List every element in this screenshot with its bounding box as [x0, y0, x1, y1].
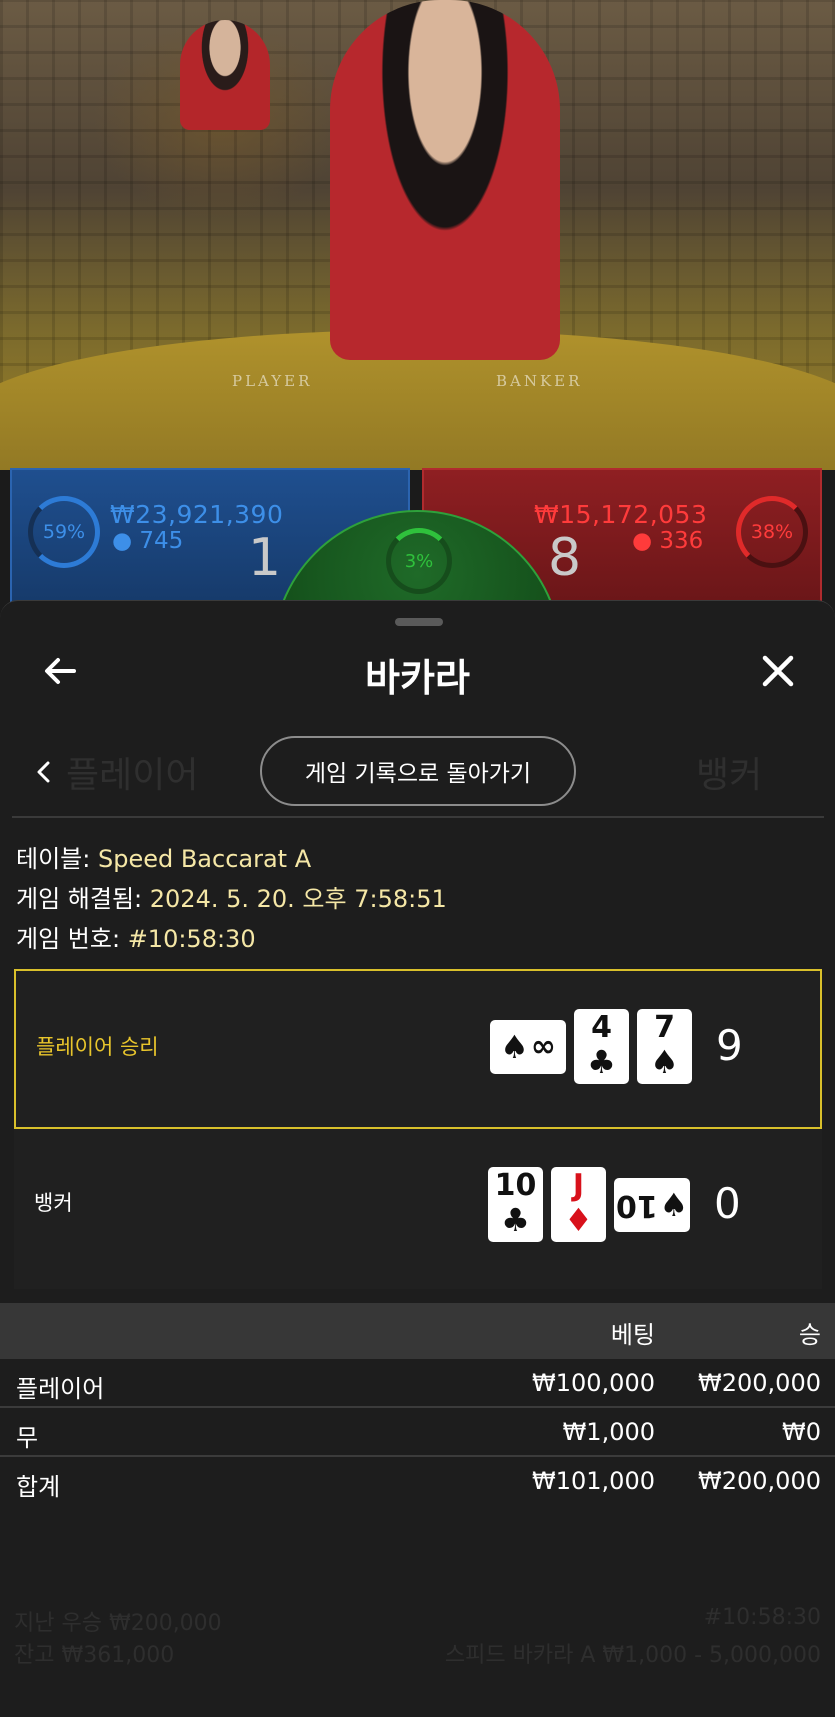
bet-amount: ₩1,000: [562, 1418, 655, 1446]
ghost-banker-label: 뱅커: [696, 755, 763, 796]
playing-card: J ♦: [551, 1167, 606, 1242]
faded-last-win: 지난 우승 ₩200,000: [14, 1611, 222, 1636]
banker-bettor-count: ● 336: [632, 528, 704, 554]
faded-game-id: #10:58:30: [703, 1605, 821, 1630]
info-table-value: Speed Baccarat A: [97, 845, 312, 873]
player-cards: ♠ ∞ 4 ♣ 7 ♠: [490, 1009, 692, 1084]
bets-table: 베팅 승 플레이어 ₩100,000 ₩200,000 무 ₩1,000 ₩0 …: [0, 1303, 835, 1506]
back-to-history-button[interactable]: 게임 기록으로 돌아가기: [260, 736, 576, 806]
card-suit: ♣: [501, 1201, 530, 1239]
tie-percent-ring: 3%: [386, 528, 452, 594]
playing-card: ♠ ∞: [490, 1019, 566, 1074]
player-total-amount: ₩23,921,390: [110, 500, 284, 529]
card-suit: ♠: [500, 1027, 529, 1066]
playing-card: 10 ♠: [614, 1177, 690, 1232]
sheet-header: 바카라: [0, 641, 835, 701]
dealer: [330, 0, 560, 360]
win-amount: ₩0: [782, 1418, 821, 1446]
chevron-left-icon[interactable]: [32, 758, 56, 786]
player-percent: 59%: [42, 521, 86, 543]
card-rank: 10: [494, 1168, 537, 1203]
card-rank: 4: [591, 1010, 612, 1045]
info-table: 테이블: Speed Baccarat A: [16, 839, 311, 874]
bet-name: 플레이어: [16, 1375, 105, 1403]
card-suit: ♣: [587, 1043, 616, 1081]
person-icon: ●: [632, 528, 653, 554]
ghost-player-label: 플레이어: [66, 755, 199, 796]
column-header-bet: 베팅: [610, 1321, 655, 1349]
column-header-win: 승: [798, 1321, 821, 1349]
person-icon: ●: [112, 528, 133, 554]
faded-balance: 잔고 ₩361,000: [14, 1643, 175, 1668]
card-suit: ♦: [564, 1201, 593, 1239]
playing-card: 7 ♠: [637, 1009, 692, 1084]
banker-cards: 10 ♣ J ♦ 10 ♠: [488, 1167, 690, 1242]
drag-handle[interactable]: [395, 618, 443, 626]
table-row: 플레이어 ₩100,000 ₩200,000: [0, 1359, 835, 1408]
bet-summary-bar: 59% ₩23,921,390 ● 745 1 38% ₩15,172,053 …: [10, 468, 822, 670]
bets-table-header: 베팅 승: [0, 1303, 835, 1359]
info-resolved: 게임 해결됨: 2024. 5. 20. 오후 7:58:51: [16, 879, 447, 914]
tie-percent: 3%: [404, 550, 434, 572]
card-suit: ♠: [650, 1043, 679, 1081]
card-rank: ∞: [530, 1028, 556, 1064]
player-bettor-count: ● 745: [112, 528, 184, 554]
info-resolved-value: 2024. 5. 20. 오후 7:58:51: [149, 885, 447, 913]
banker-score: 8: [548, 528, 582, 588]
card-suit: ♠: [659, 1185, 689, 1224]
info-number-value: #10:58:30: [127, 925, 256, 953]
bet-name: 합계: [16, 1473, 61, 1501]
card-rank: J: [572, 1168, 585, 1203]
table-row: 무 ₩1,000 ₩0: [0, 1408, 835, 1457]
info-game-number: 게임 번호: #10:58:30: [16, 919, 256, 954]
player-percent-ring: 59%: [28, 496, 100, 568]
close-icon[interactable]: [756, 649, 800, 693]
felt-label-banker: BANKER: [496, 372, 583, 390]
faded-table-limits: 스피드 바카라 A ₩1,000 - 5,000,000: [444, 1643, 821, 1668]
bet-name: 무: [16, 1424, 39, 1452]
info-table-label: 테이블:: [16, 845, 91, 873]
player-total: 9: [716, 1021, 743, 1070]
player-score: 1: [248, 528, 282, 588]
bet-amount: ₩100,000: [532, 1369, 655, 1397]
playing-card: 10 ♣: [488, 1167, 543, 1242]
live-video-feed: PLAYER BANKER: [0, 0, 835, 470]
info-resolved-label: 게임 해결됨:: [16, 885, 143, 913]
banker-result-row: 뱅커 10 ♣ J ♦ 10 ♠ 0: [14, 1129, 822, 1289]
background-dealer: [180, 20, 270, 130]
banker-total-amount: ₩15,172,053: [534, 500, 708, 529]
table-row-total: 합계 ₩101,000 ₩200,000: [0, 1457, 835, 1506]
banker-total: 0: [714, 1179, 741, 1228]
player-result-row: 플레이어 승리 ♠ ∞ 4 ♣ 7 ♠ 9: [14, 969, 822, 1129]
sheet-title: 바카라: [365, 656, 470, 700]
info-number-label: 게임 번호:: [16, 925, 121, 953]
history-nav: 플레이어 게임 기록으로 돌아가기 뱅커: [0, 736, 835, 808]
banker-result-label: 뱅커: [34, 1191, 73, 1215]
card-rank: 7: [654, 1010, 675, 1045]
win-amount: ₩200,000: [698, 1369, 821, 1397]
game-history-sheet: 바카라 플레이어 게임 기록으로 돌아가기 뱅커 테이블: Speed Bacc…: [0, 600, 835, 1717]
felt-label-player: PLAYER: [232, 372, 313, 390]
player-result-label: 플레이어 승리: [36, 1035, 159, 1059]
banker-percent-ring: 38%: [736, 496, 808, 568]
bet-amount: ₩101,000: [532, 1467, 655, 1495]
card-rank: 10: [615, 1187, 658, 1223]
banker-percent: 38%: [750, 521, 794, 543]
divider: [12, 816, 824, 818]
playing-card: 4 ♣: [574, 1009, 629, 1084]
win-amount: ₩200,000: [698, 1467, 821, 1495]
